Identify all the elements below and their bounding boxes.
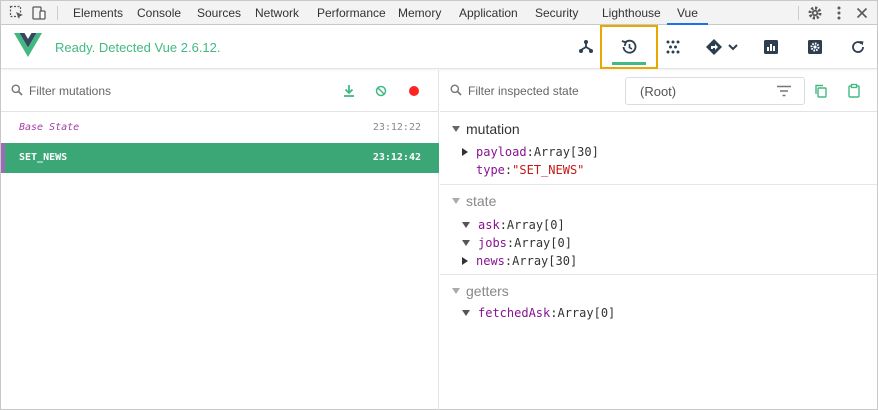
root-select[interactable]: (Root) — [625, 77, 805, 105]
routing-button[interactable] — [701, 25, 743, 69]
devtools-tab-bar: Elements Console Sources Network Perform… — [1, 1, 877, 25]
mutation-base-state-row[interactable]: Base State 23:12:22 — [1, 113, 439, 143]
prop-jobs[interactable]: jobs: Array[0] — [462, 235, 572, 251]
collapse-arrow-icon — [452, 198, 460, 204]
settings-button[interactable] — [803, 25, 827, 69]
paste-icon[interactable] — [846, 83, 862, 99]
tab-console[interactable]: Console — [137, 1, 181, 25]
inspect-icon[interactable] — [9, 5, 25, 21]
toolbar-divider — [57, 6, 58, 20]
mutation-section-header[interactable]: mutation — [452, 120, 520, 138]
active-tool-indicator — [612, 62, 646, 65]
routing-icon — [705, 38, 739, 56]
tab-security[interactable]: Security — [535, 1, 578, 25]
mutation-set-news-row[interactable]: SET_NEWS 23:12:42 — [1, 143, 439, 173]
more-menu-icon[interactable] — [831, 5, 847, 21]
tab-application[interactable]: Application — [459, 1, 518, 25]
collapse-arrow-icon — [452, 126, 460, 132]
tab-lighthouse[interactable]: Lighthouse — [602, 1, 661, 25]
events-icon — [665, 39, 681, 55]
prop-news[interactable]: news: Array[30] — [462, 253, 577, 269]
tab-vue[interactable]: Vue — [667, 1, 708, 25]
state-section-header[interactable]: state — [452, 192, 496, 210]
commit-all-icon[interactable] — [341, 83, 357, 99]
components-icon — [577, 38, 595, 56]
devtools-window: Elements Console Sources Network Perform… — [0, 0, 878, 410]
prop-key: payload — [476, 145, 527, 159]
filter-state-input[interactable] — [468, 81, 618, 101]
collapse-arrow-icon — [452, 288, 460, 294]
expand-arrow-icon — [462, 257, 468, 265]
mutation-time: 23:12:42 — [372, 152, 421, 163]
section-title: getters — [466, 283, 509, 299]
refresh-icon — [850, 39, 866, 55]
performance-icon — [763, 39, 779, 55]
state-inspector-pane: (Root) mutation payload: Array[30] — [440, 70, 877, 410]
filter-list-icon — [776, 85, 792, 97]
vuex-history-icon — [619, 37, 639, 57]
components-button[interactable] — [569, 25, 603, 69]
tab-network[interactable]: Network — [255, 1, 299, 25]
prop-type: type: "SET_NEWS" — [476, 163, 585, 177]
events-button[interactable] — [661, 25, 685, 69]
prop-key: fetchedAsk — [478, 306, 551, 320]
prop-payload[interactable]: payload: Array[30] — [462, 144, 599, 160]
prop-key: news — [476, 254, 505, 268]
mutation-name: Base State — [19, 122, 80, 133]
tab-sources[interactable]: Sources — [197, 1, 241, 25]
status-text: Ready. Detected Vue 2.6.12. — [55, 40, 221, 55]
search-icon — [450, 84, 462, 96]
getters-section-header[interactable]: getters — [452, 282, 509, 300]
tab-elements[interactable]: Elements — [73, 1, 123, 25]
vue-devtools-header: Ready. Detected Vue 2.6.12. — [1, 25, 877, 69]
settings-gear-icon[interactable] — [807, 5, 823, 21]
mutation-section: mutation payload: Array[30] type: "SET_N… — [440, 113, 877, 185]
settings-icon — [807, 39, 823, 55]
expanded-arrow-icon — [462, 310, 470, 316]
expand-arrow-icon — [462, 148, 468, 156]
record-icon[interactable] — [406, 83, 422, 99]
vuex-history-button[interactable] — [600, 25, 658, 69]
section-title: mutation — [466, 121, 520, 137]
mutation-time: 23:12:22 — [372, 122, 421, 133]
performance-button[interactable] — [759, 25, 783, 69]
getters-section: getters fetchedAsk: Array[0] — [440, 275, 877, 329]
prop-value: Array[0] — [514, 236, 572, 250]
search-icon — [11, 84, 23, 96]
prop-key: type — [476, 163, 505, 177]
mutations-pane: Base State 23:12:22 SET_NEWS 23:12:42 — [1, 70, 439, 410]
expanded-arrow-icon — [462, 240, 470, 246]
filter-mutations-input[interactable] — [29, 81, 309, 101]
root-select-value: (Root) — [640, 84, 677, 99]
selection-marker — [1, 143, 5, 173]
mutation-name: SET_NEWS — [19, 152, 68, 163]
prop-value: Array[30] — [512, 254, 578, 268]
copy-icon[interactable] — [813, 83, 829, 99]
inspector-search-bar: (Root) — [440, 70, 877, 112]
refresh-button[interactable] — [846, 25, 870, 69]
prop-ask[interactable]: ask: Array[0] — [462, 217, 565, 233]
prop-value: Array[30] — [533, 145, 599, 159]
tab-memory[interactable]: Memory — [398, 1, 441, 25]
device-toggle-icon[interactable] — [31, 5, 47, 21]
toolbar-divider — [798, 6, 799, 20]
prop-key: jobs — [478, 236, 507, 250]
state-section: state ask: Array[0] jobs: Array[0] news:… — [440, 185, 877, 275]
prop-value: Array[0] — [557, 306, 616, 320]
tab-performance[interactable]: Performance — [317, 1, 386, 25]
vue-logo-icon — [14, 33, 42, 59]
revert-all-icon[interactable] — [373, 83, 389, 99]
section-title: state — [466, 193, 497, 209]
prop-fetchedask[interactable]: fetchedAsk: Array[0] — [462, 305, 615, 321]
expanded-arrow-icon — [462, 222, 470, 228]
prop-value: "SET_NEWS" — [512, 163, 585, 177]
mutations-search-bar — [1, 70, 439, 112]
prop-value: Array[0] — [506, 218, 565, 232]
prop-key: ask — [478, 218, 500, 232]
close-icon[interactable] — [854, 5, 870, 21]
